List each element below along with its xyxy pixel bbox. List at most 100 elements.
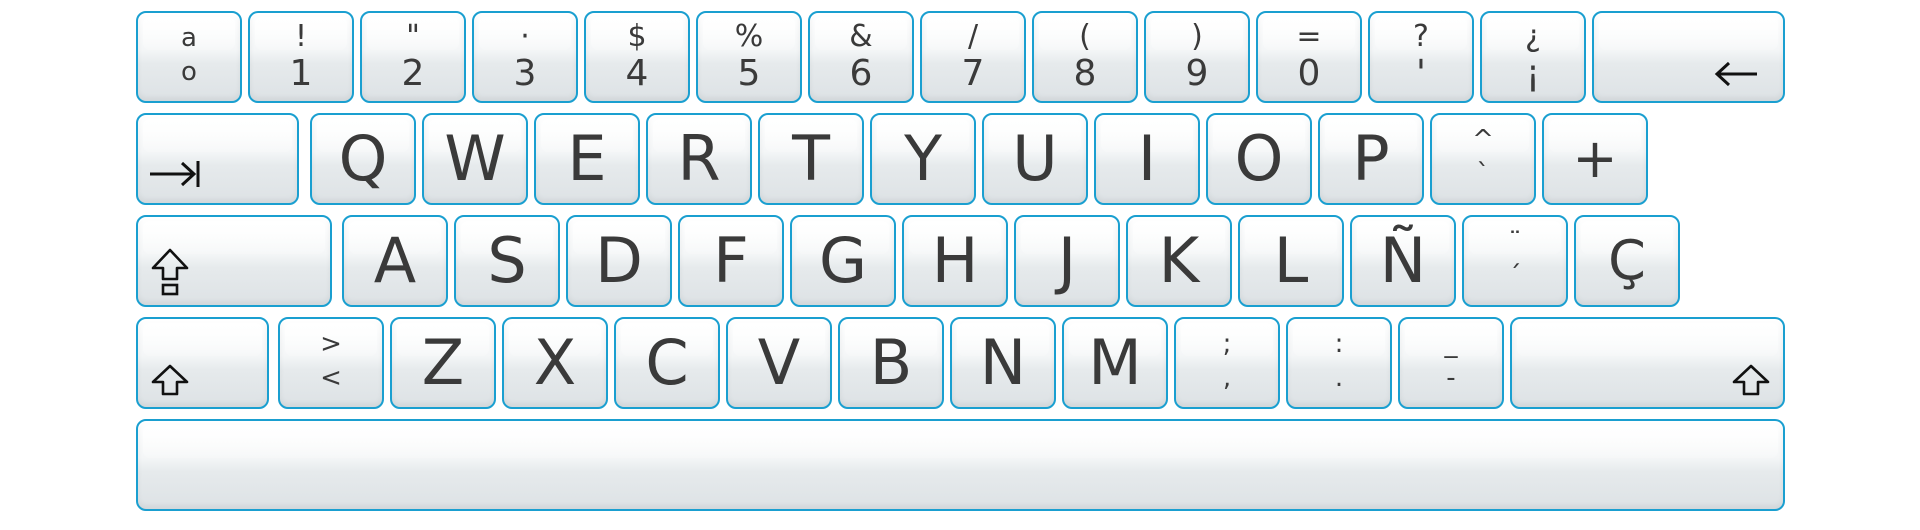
key-comma[interactable]: ; ,: [1174, 317, 1280, 409]
key-m[interactable]: M: [1062, 317, 1168, 409]
key-top-label: ·: [520, 19, 530, 54]
key-g[interactable]: G: [790, 215, 896, 307]
tab-key[interactable]: [136, 113, 299, 205]
key-8[interactable]: ( 8: [1032, 11, 1138, 103]
key-top-label: ^: [1472, 125, 1494, 155]
key-top-label: >: [320, 329, 342, 359]
key-label: R: [677, 122, 721, 195]
key-n[interactable]: N: [950, 317, 1056, 409]
key-k[interactable]: K: [1126, 215, 1232, 307]
key-bottom-label: ': [1416, 53, 1426, 94]
caps-lock-icon: [150, 247, 190, 297]
key-t[interactable]: T: [758, 113, 864, 205]
key-label: D: [595, 224, 643, 297]
key-q[interactable]: Q: [310, 113, 416, 205]
key-a[interactable]: A: [342, 215, 448, 307]
key-bottom-label: ,: [1222, 363, 1232, 393]
key-i[interactable]: I: [1094, 113, 1200, 205]
key-7[interactable]: / 7: [920, 11, 1026, 103]
key-s[interactable]: S: [454, 215, 560, 307]
key-6[interactable]: & 6: [808, 11, 914, 103]
key-h[interactable]: H: [902, 215, 1008, 307]
key-label: P: [1352, 122, 1390, 195]
backspace-key[interactable]: [1592, 11, 1785, 103]
key-label: Ç: [1608, 229, 1646, 292]
key-bottom-label: -: [1446, 363, 1456, 393]
key-9[interactable]: ) 9: [1144, 11, 1250, 103]
key-label: T: [792, 122, 830, 195]
key-top-label: %: [734, 19, 764, 54]
shift-icon: [1731, 363, 1771, 397]
key-bottom-label: 1: [289, 53, 313, 94]
key-top-label: ): [1191, 19, 1203, 54]
key-label: C: [645, 326, 689, 399]
key-apostrophe[interactable]: ? ': [1368, 11, 1474, 103]
key-0[interactable]: = 0: [1256, 11, 1362, 103]
key-acute-diaeresis[interactable]: ¨ ´: [1462, 215, 1568, 307]
key-label: X: [533, 326, 577, 399]
key-r[interactable]: R: [646, 113, 752, 205]
key-top-label: ": [406, 19, 420, 54]
key-n-tilde[interactable]: Ñ: [1350, 215, 1456, 307]
key-ordinal[interactable]: a o: [136, 11, 242, 103]
key-label: Q: [338, 122, 388, 195]
key-label: B: [869, 326, 913, 399]
key-label: A: [373, 224, 417, 297]
key-label: O: [1234, 122, 1284, 195]
key-period[interactable]: : .: [1286, 317, 1392, 409]
key-plus[interactable]: +: [1542, 113, 1648, 205]
key-label: E: [567, 122, 607, 195]
key-j[interactable]: J: [1014, 215, 1120, 307]
key-less-than[interactable]: > <: [278, 317, 384, 409]
key-p[interactable]: P: [1318, 113, 1424, 205]
key-b[interactable]: B: [838, 317, 944, 409]
key-5[interactable]: % 5: [696, 11, 802, 103]
key-top-label: ?: [1413, 19, 1429, 54]
right-shift-key[interactable]: [1510, 317, 1785, 409]
key-l[interactable]: L: [1238, 215, 1344, 307]
key-bottom-label: 5: [737, 53, 761, 94]
key-w[interactable]: W: [422, 113, 528, 205]
key-top-label: ;: [1222, 329, 1232, 359]
key-o[interactable]: O: [1206, 113, 1312, 205]
key-bottom-label: 9: [1185, 53, 1209, 94]
key-bottom-label: 3: [513, 53, 537, 94]
key-v[interactable]: V: [726, 317, 832, 409]
key-label: F: [713, 224, 749, 297]
key-bottom-label: ´: [1508, 261, 1522, 291]
key-d[interactable]: D: [566, 215, 672, 307]
key-top-label: a: [181, 23, 197, 53]
key-top-label: ¨: [1508, 227, 1522, 257]
key-x[interactable]: X: [502, 317, 608, 409]
key-y[interactable]: Y: [870, 113, 976, 205]
key-inverted-exclamation[interactable]: ¿ ¡: [1480, 11, 1586, 103]
key-e[interactable]: E: [534, 113, 640, 205]
key-label: V: [757, 326, 801, 399]
key-label: L: [1273, 224, 1309, 297]
key-c-cedilla[interactable]: Ç: [1574, 215, 1680, 307]
key-label: G: [818, 224, 868, 297]
key-3[interactable]: · 3: [472, 11, 578, 103]
key-2[interactable]: " 2: [360, 11, 466, 103]
backspace-arrow-icon: [1713, 61, 1759, 87]
key-hyphen[interactable]: _ -: [1398, 317, 1504, 409]
key-label: N: [979, 326, 1027, 399]
left-shift-key[interactable]: [136, 317, 269, 409]
key-label: Y: [904, 122, 942, 195]
key-grave-circumflex[interactable]: ^ `: [1430, 113, 1536, 205]
key-f[interactable]: F: [678, 215, 784, 307]
key-bottom-label: o: [181, 57, 197, 87]
key-1[interactable]: ! 1: [248, 11, 354, 103]
caps-lock-key[interactable]: [136, 215, 332, 307]
key-label: +: [1572, 127, 1618, 190]
key-label: S: [487, 224, 527, 297]
key-z[interactable]: Z: [390, 317, 496, 409]
key-bottom-label: 4: [625, 53, 649, 94]
key-4[interactable]: $ 4: [584, 11, 690, 103]
space-bar[interactable]: [136, 419, 1785, 511]
key-c[interactable]: C: [614, 317, 720, 409]
key-top-label: ¿: [1525, 19, 1541, 54]
key-u[interactable]: U: [982, 113, 1088, 205]
key-label: U: [1012, 122, 1058, 195]
key-bottom-label: 2: [401, 53, 425, 94]
